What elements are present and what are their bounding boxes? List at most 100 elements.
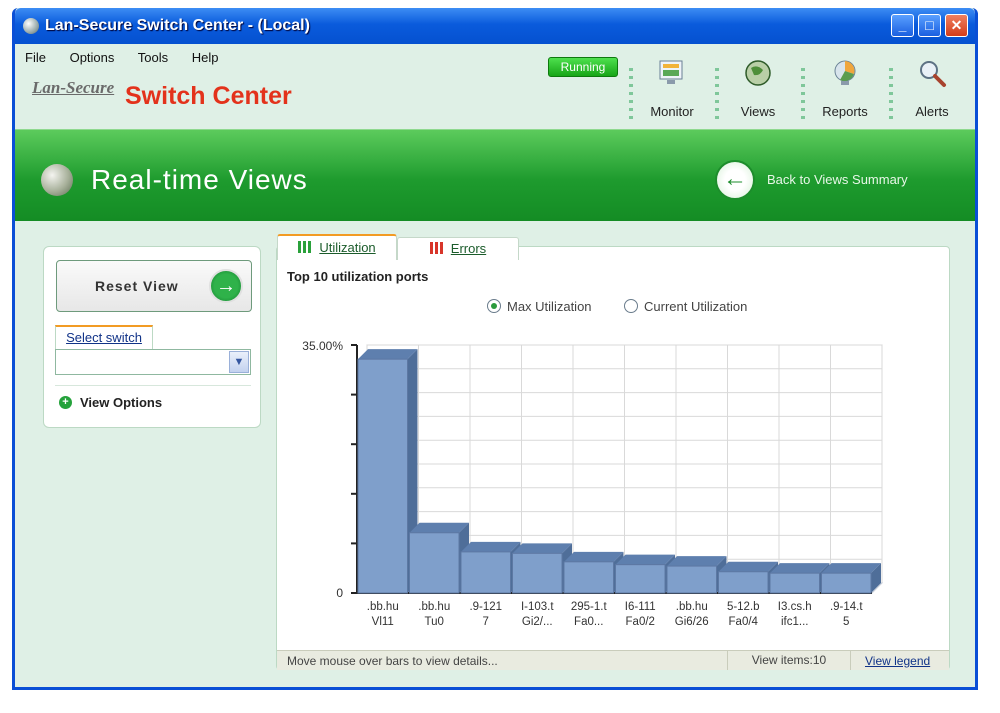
menu-file[interactable]: File (25, 50, 46, 65)
toolbar-monitor-label: Monitor (650, 104, 694, 119)
toolbar-reports-label: Reports (822, 104, 868, 119)
bar-8 (718, 571, 769, 594)
utilization-bar-chart: 35.00% 0 .bb.hu Vl11 .bb.hu Tu0 .9-121 7 I-103.t… (302, 339, 884, 628)
reset-view-label: Reset View (95, 278, 179, 294)
x-tick-label: .bb.hu (418, 601, 450, 613)
x-tick-label: .bb.hu (676, 601, 708, 613)
app-window: Lan-Secure Switch Center - (Local) _ □ ✕… (12, 8, 978, 690)
select-switch-tab[interactable]: Select switch (55, 325, 153, 349)
menu-bar: File Options Tools Help (25, 50, 239, 65)
bar-9 (769, 572, 820, 594)
radio-checked-icon (487, 299, 501, 313)
bar-chart-icon (298, 241, 317, 253)
bar-10 (821, 572, 872, 594)
chart-panel: Utilization Errors Top 10 utilization po… (276, 234, 950, 670)
status-footer: Move mouse over bars to view details... … (277, 650, 949, 670)
x-tick-label: Fa0/4 (729, 616, 759, 628)
view-options-toggle[interactable]: + View Options (55, 385, 251, 415)
brand-logo-text: Lan-Secure (32, 78, 115, 97)
bar-top (615, 554, 675, 565)
globe-icon (41, 164, 73, 196)
bar-3 (460, 551, 511, 594)
tab-errors[interactable]: Errors (397, 237, 519, 260)
minimize-button[interactable]: _ (891, 14, 914, 37)
bar-5 (563, 561, 614, 594)
menu-help[interactable]: Help (192, 50, 219, 65)
chevron-down-icon[interactable]: ▼ (229, 351, 249, 373)
x-tick-label: .bb.hu (367, 601, 399, 613)
bar-top (358, 349, 418, 360)
menu-tools[interactable]: Tools (138, 50, 168, 65)
bar-top (461, 541, 521, 552)
y-tick-label-zero: 0 (336, 586, 343, 600)
arrow-right-icon: → (209, 269, 243, 303)
brand-product-name: Switch Center (125, 82, 292, 110)
bar-top (564, 551, 624, 562)
status-badge: Running (548, 57, 618, 77)
x-tick-label: I3.cs.h (778, 601, 812, 613)
error-chart-icon (429, 242, 448, 254)
toolbar-separator (629, 68, 633, 124)
x-tick-label: ifc1... (781, 616, 808, 628)
title-bar[interactable]: Lan-Secure Switch Center - (Local) _ □ ✕ (15, 8, 975, 44)
max-utilization-radio[interactable]: Max Utilization (487, 299, 592, 314)
toolbar-alerts-button[interactable]: Alerts (897, 54, 967, 124)
back-to-views-summary-link[interactable]: Back to Views Summary (767, 172, 908, 187)
close-button[interactable]: ✕ (945, 14, 968, 37)
bar-top (512, 543, 572, 554)
bar-4 (512, 552, 563, 594)
footer-hint: Move mouse over bars to view details... (287, 654, 498, 668)
plus-icon: + (59, 396, 72, 409)
page-title: Real-time Views (91, 164, 308, 195)
x-tick-label: Fa0/2 (626, 616, 655, 628)
maximize-button[interactable]: □ (918, 14, 941, 37)
toolbar-separator (715, 68, 719, 124)
bar-top (821, 563, 881, 574)
window-title: Lan-Secure Switch Center - (Local) (45, 17, 310, 34)
x-tick-label: I6-111 (625, 601, 656, 613)
toolbar-monitor-button[interactable]: Monitor (637, 54, 707, 124)
x-tick-label: .9-121 (469, 601, 502, 613)
x-tick-label: .9-14.t (830, 601, 863, 613)
bar-1 (357, 358, 408, 594)
switch-select[interactable]: ▼ (55, 349, 251, 375)
bar-2 (409, 532, 460, 594)
x-tick-label: Fa0... (574, 616, 603, 628)
x-tick-label: 7 (483, 616, 489, 628)
menu-options[interactable]: Options (70, 50, 115, 65)
x-tick-label: Tu0 (425, 616, 444, 628)
back-arrow-icon[interactable]: ← (715, 160, 755, 200)
toolbar-reports-button[interactable]: Reports (810, 54, 880, 124)
view-items-count: View items:10 (727, 651, 851, 670)
y-tick-label-max: 35.00% (302, 339, 343, 353)
tab-errors-label: Errors (450, 241, 487, 256)
current-utilization-radio[interactable]: Current Utilization (624, 299, 747, 314)
view-options-label: View Options (80, 395, 163, 410)
toolbar-alerts-label: Alerts (915, 104, 949, 119)
section-banner: Real-time Views ← Back to Views Summary (15, 129, 975, 221)
x-tick-label: Gi6/26 (675, 616, 709, 628)
chart-title: Top 10 utilization ports (287, 269, 429, 284)
app-icon (23, 18, 39, 34)
radio-unchecked-icon (624, 299, 638, 313)
bar-top (718, 561, 778, 572)
reports-icon (834, 60, 856, 85)
bar-7 (666, 565, 717, 594)
x-tick-label: 295-1.t (571, 601, 608, 613)
current-utilization-label: Current Utilization (644, 299, 748, 314)
x-tick-label: Vl11 (372, 616, 394, 628)
monitor-icon (659, 60, 683, 84)
bar-6 (615, 564, 666, 594)
tab-utilization-label: Utilization (319, 240, 376, 255)
reset-view-button[interactable]: Reset View → (56, 260, 252, 312)
x-tick-label: Gi2/... (522, 616, 553, 628)
bar-top (770, 563, 830, 574)
tab-utilization[interactable]: Utilization (277, 234, 397, 260)
bar-top (667, 556, 727, 567)
max-utilization-label: Max Utilization (507, 299, 592, 314)
left-panel: Reset View → Select switch ▼ + View Opti… (43, 246, 261, 428)
toolbar-separator (801, 68, 805, 124)
view-legend-link[interactable]: View legend (865, 654, 930, 668)
toolbar-separator (889, 68, 893, 124)
toolbar-views-button[interactable]: Views (723, 54, 793, 124)
